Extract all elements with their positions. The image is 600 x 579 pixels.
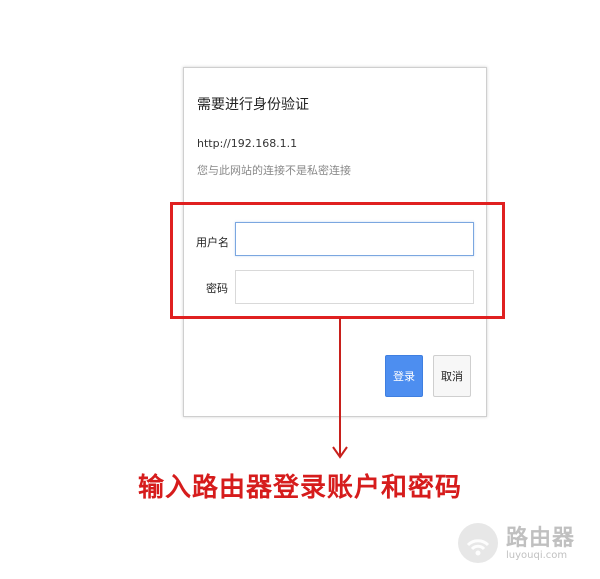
watermark: 路由器 luyouqi.com <box>458 517 590 567</box>
cancel-button[interactable]: 取消 <box>433 355 471 397</box>
dialog-title: 需要进行身份验证 <box>197 97 309 113</box>
watermark-name: 路由器 <box>506 526 576 551</box>
dialog-url: http://192.168.1.1 <box>197 137 298 150</box>
down-arrow-icon <box>332 318 348 459</box>
instruction-caption: 输入路由器登录账户和密码 <box>137 473 462 503</box>
login-button[interactable]: 登录 <box>385 355 423 397</box>
connection-notice: 您与此网站的连接不是私密连接 <box>197 164 351 177</box>
watermark-url: luyouqi.com <box>506 550 568 561</box>
highlight-box <box>170 202 505 319</box>
router-wifi-icon <box>458 523 498 563</box>
